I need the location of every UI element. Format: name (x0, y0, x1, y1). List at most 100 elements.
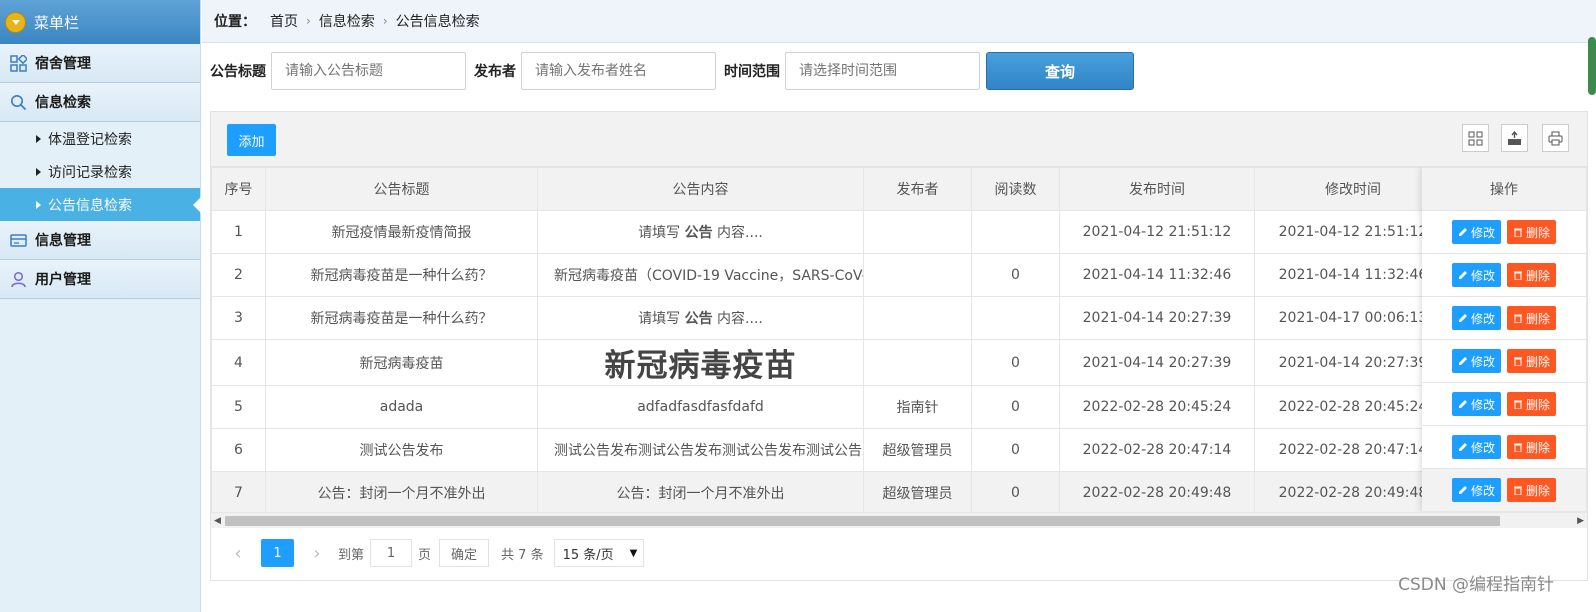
query-button[interactable]: 查询 (986, 52, 1134, 90)
add-button[interactable]: 添加 (227, 124, 276, 156)
actions-row: 修改 删除 (1422, 210, 1587, 254)
cell-no: 7 (211, 471, 266, 512)
sidebar-item-announcements[interactable]: 公告信息检索 (0, 188, 201, 221)
table-row[interactable]: 7 公告：封闭一个月不准外出 公告：封闭一个月不准外出 超级管理员 0 2022… (211, 471, 1587, 512)
table-row[interactable]: 4 新冠病毒疫苗 新冠病毒疫苗 0 2021-04-14 20:27:39 20… (211, 339, 1587, 386)
sidebar: 菜单栏 宿舍管理 信息检索 体温登记检索 访问记录检索 公告信息检索 信息管理 … (0, 0, 201, 612)
scrollbar-thumb[interactable] (225, 516, 1500, 526)
page-current[interactable]: 1 (261, 539, 294, 567)
table-row[interactable]: 1 新冠疫情最新疫情简报 请填写 公告 内容.... 2021-04-12 21… (211, 210, 1587, 254)
prev-page-icon[interactable]: ‹ (223, 543, 253, 564)
cell-published: 2022-02-28 20:49:48 (1059, 471, 1255, 512)
scroll-right-icon[interactable]: ▶ (1577, 516, 1584, 526)
cell-no: 2 (211, 253, 266, 297)
column-header-content[interactable]: 公告内容 (537, 167, 864, 211)
sidebar-item-visits[interactable]: 访问记录检索 (0, 155, 200, 188)
delete-button[interactable]: 删除 (1507, 435, 1557, 459)
cell-published: 2021-04-14 11:32:46 (1059, 253, 1255, 297)
breadcrumb-label: 位置： (214, 14, 256, 30)
cell-no: 3 (211, 296, 266, 340)
breadcrumb-item-search[interactable]: 信息检索 (319, 11, 375, 31)
next-page-icon[interactable]: › (302, 543, 332, 564)
menu-group-dorm[interactable]: 宿舍管理 (0, 44, 200, 83)
export-icon[interactable] (1501, 124, 1528, 152)
sidebar-header[interactable]: 菜单栏 (0, 0, 200, 44)
content-text: 内容.... (712, 311, 763, 327)
edit-label: 修改 (1470, 268, 1495, 283)
scroll-left-icon[interactable]: ◀ (214, 516, 221, 526)
breadcrumb-item-current: 公告信息检索 (395, 14, 480, 30)
sidebar-item-label: 访问记录检索 (48, 164, 132, 181)
content-text: 公告：封闭一个月不准外出 (616, 486, 785, 502)
delete-button[interactable]: 删除 (1507, 263, 1557, 287)
menu-group-users[interactable]: 用户管理 (0, 260, 200, 299)
title-search-input[interactable] (271, 52, 466, 90)
publisher-filter-label: 发布者 (474, 64, 516, 80)
edit-button[interactable]: 修改 (1451, 478, 1501, 502)
edit-button[interactable]: 修改 (1451, 349, 1501, 373)
delete-button[interactable]: 删除 (1507, 478, 1557, 502)
content-text: 请填写 (638, 311, 685, 327)
chevron-down-icon[interactable] (5, 11, 26, 33)
table-row[interactable]: 2 新冠病毒疫苗是一种什么药？ 新冠病毒疫苗（COVID-19 Vaccine，… (211, 253, 1587, 297)
column-header-title[interactable]: 公告标题 (265, 167, 538, 211)
sidebar-item-temperature[interactable]: 体温登记检索 (0, 122, 200, 155)
cell-content: 请填写 公告 内容.... (537, 296, 864, 340)
goto-confirm-button[interactable]: 确定 (439, 539, 490, 567)
trash-icon (1514, 400, 1522, 409)
menu-group-label: 用户管理 (35, 272, 91, 288)
watermark: CSDN @编程指南针 (1398, 575, 1554, 595)
edit-button[interactable]: 修改 (1451, 435, 1501, 459)
edit-label: 修改 (1470, 354, 1495, 369)
cell-title: 新冠病毒疫苗是一种什么药？ (265, 296, 538, 340)
delete-button[interactable]: 删除 (1507, 306, 1557, 330)
time-range-input[interactable] (785, 52, 980, 90)
table-row[interactable]: 5 adada adfadfasdfasfdafd 指南针 0 2022-02-… (211, 385, 1587, 429)
table-row[interactable]: 6 测试公告发布 测试公告发布测试公告发布测试公告发布测试公告发布 超级管理员 … (211, 428, 1587, 472)
publisher-search-input[interactable] (521, 52, 716, 90)
column-header-published[interactable]: 发布时间 (1059, 167, 1255, 211)
edit-button[interactable]: 修改 (1451, 220, 1501, 244)
vertical-scrollbar-thumb[interactable] (1588, 37, 1596, 95)
content-text: 测试公告发布测试公告发布测试公告发布测试公告发布 (554, 443, 864, 459)
announcement-table: 序号 公告标题 公告内容 发布者 阅读数 发布时间 修改时间 1 新冠疫情最新疫… (211, 167, 1587, 512)
print-icon[interactable] (1542, 124, 1569, 152)
delete-button[interactable]: 删除 (1507, 392, 1557, 416)
horizontal-scrollbar[interactable]: ◀ ▶ (211, 512, 1587, 528)
page-size-select[interactable]: 15 条/页 ▼ (553, 539, 644, 567)
column-header-no[interactable]: 序号 (211, 167, 266, 211)
table-row[interactable]: 3 新冠病毒疫苗是一种什么药？ 请填写 公告 内容.... 2021-04-14… (211, 296, 1587, 340)
actions-cell: 修改 删除 (1422, 339, 1587, 383)
menu-group-search[interactable]: 信息检索 (0, 83, 200, 122)
goto-page-input[interactable]: 1 (370, 539, 413, 567)
menu-group-info[interactable]: 信息管理 (0, 221, 200, 260)
cell-title: 新冠疫情最新疫情简报 (265, 210, 538, 254)
cell-reads: 0 (971, 471, 1060, 512)
pencil-icon (1458, 400, 1467, 408)
cell-title: adada (265, 385, 538, 429)
edit-label: 修改 (1470, 483, 1495, 498)
breadcrumb-item-home[interactable]: 首页 (270, 11, 298, 31)
column-header-reads[interactable]: 阅读数 (971, 167, 1060, 211)
edit-button[interactable]: 修改 (1451, 263, 1501, 287)
actions-row: 修改 删除 (1422, 253, 1587, 297)
columns-icon[interactable] (1462, 124, 1489, 152)
delete-label: 删除 (1526, 225, 1551, 240)
chevron-down-icon: ▼ (629, 547, 638, 559)
cell-reads: 0 (971, 428, 1060, 472)
edit-label: 修改 (1470, 311, 1495, 326)
column-header-publisher[interactable]: 发布者 (863, 167, 972, 211)
trash-icon (1514, 271, 1522, 280)
delete-button[interactable]: 删除 (1507, 349, 1557, 373)
cell-title: 新冠病毒疫苗 (265, 339, 538, 386)
pencil-icon (1458, 228, 1467, 236)
caret-right-icon (36, 200, 41, 209)
edit-label: 修改 (1470, 225, 1495, 240)
cell-publisher (863, 339, 972, 386)
trash-icon (1514, 486, 1522, 495)
menu-group-label: 信息检索 (35, 95, 91, 111)
edit-button[interactable]: 修改 (1451, 392, 1501, 416)
delete-button[interactable]: 删除 (1507, 220, 1557, 244)
delete-label: 删除 (1526, 440, 1551, 455)
edit-button[interactable]: 修改 (1451, 306, 1501, 330)
